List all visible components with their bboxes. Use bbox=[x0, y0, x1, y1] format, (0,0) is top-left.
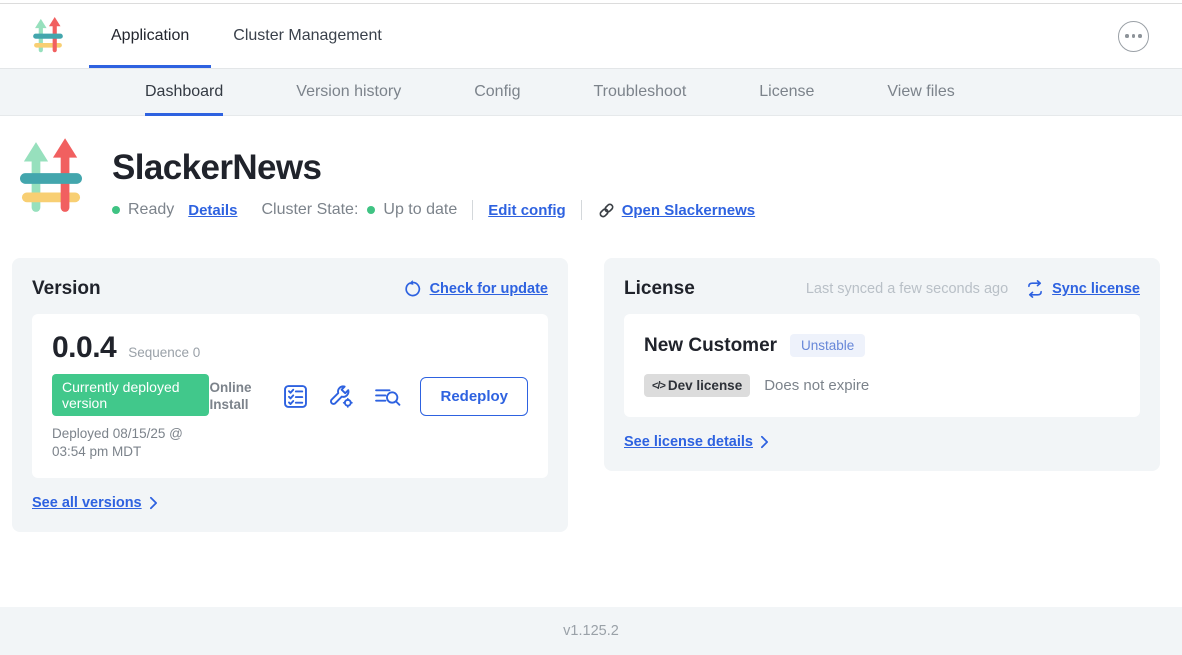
subnav-item-dashboard[interactable]: Dashboard bbox=[145, 69, 223, 115]
subnav-item-config[interactable]: Config bbox=[474, 69, 520, 115]
license-card: License Last synced a few seconds ago Sy… bbox=[604, 258, 1160, 471]
app-header: SlackerNews Ready Details Cluster State:… bbox=[0, 116, 1182, 220]
install-type-label: Online Install bbox=[209, 379, 263, 414]
chevron-right-icon bbox=[149, 496, 158, 510]
footer: v1.125.2 bbox=[0, 607, 1182, 655]
subnav-item-license[interactable]: License bbox=[759, 69, 814, 115]
tab-cluster-management[interactable]: Cluster Management bbox=[211, 4, 404, 68]
console-version-text: v1.125.2 bbox=[563, 623, 619, 639]
app-status-row: Ready Details Cluster State: Up to date … bbox=[112, 200, 755, 220]
current-version-panel: 0.0.4 Sequence 0 Currently deployed vers… bbox=[32, 314, 548, 478]
sequence-label: Sequence 0 bbox=[128, 345, 200, 360]
subnav-item-troubleshoot[interactable]: Troubleshoot bbox=[593, 69, 686, 115]
cluster-state-label: Cluster State: bbox=[261, 201, 358, 219]
sync-icon bbox=[1026, 280, 1044, 298]
subnav-item-view-files[interactable]: View files bbox=[887, 69, 954, 115]
refresh-icon bbox=[404, 280, 422, 298]
brand-logo-icon bbox=[33, 17, 63, 55]
sync-license-link[interactable]: Sync license bbox=[1052, 281, 1140, 297]
last-synced-text: Last synced a few seconds ago bbox=[806, 281, 1008, 297]
redeploy-button[interactable]: Redeploy bbox=[420, 377, 528, 416]
ellipsis-icon bbox=[1125, 34, 1129, 38]
chain-link-icon bbox=[597, 201, 616, 220]
preflight-checks-icon[interactable] bbox=[282, 383, 309, 410]
version-card: Version Check for update 0.0.4 Sequence … bbox=[12, 258, 568, 532]
deployed-timestamp: Deployed 08/15/25 @ 03:54 pm MDT bbox=[52, 425, 209, 461]
license-expiry-text: Does not expire bbox=[764, 377, 869, 394]
customer-name: New Customer bbox=[644, 335, 777, 357]
divider bbox=[472, 200, 473, 220]
tab-cluster-management-label: Cluster Management bbox=[233, 27, 382, 45]
subnav-item-version-history[interactable]: Version history bbox=[296, 69, 401, 115]
open-app-link[interactable]: Open Slackernews bbox=[597, 201, 755, 220]
license-card-title: License bbox=[624, 278, 695, 300]
see-all-versions-link[interactable]: See all versions bbox=[32, 495, 158, 511]
chevron-right-icon bbox=[760, 435, 769, 449]
top-nav: Application Cluster Management bbox=[0, 0, 1182, 68]
config-wrench-icon[interactable] bbox=[328, 383, 355, 410]
deployed-badge: Currently deployed version bbox=[52, 374, 209, 416]
details-link[interactable]: Details bbox=[188, 202, 237, 219]
overflow-menu-button[interactable] bbox=[1118, 21, 1149, 52]
app-status-text: Ready bbox=[128, 201, 174, 219]
code-icon: </> bbox=[652, 380, 665, 392]
check-for-update-link[interactable]: Check for update bbox=[430, 281, 548, 297]
app-status-dot bbox=[112, 206, 120, 214]
version-card-title: Version bbox=[32, 278, 101, 300]
tab-application-label: Application bbox=[111, 27, 189, 45]
license-type-badge: </> Dev license bbox=[644, 374, 750, 397]
divider bbox=[581, 200, 582, 220]
edit-config-link[interactable]: Edit config bbox=[488, 202, 566, 219]
tab-application[interactable]: Application bbox=[89, 4, 211, 68]
app-sub-nav: Dashboard Version history Config Trouble… bbox=[0, 68, 1182, 116]
license-panel: New Customer Unstable </> Dev license Do… bbox=[624, 314, 1140, 417]
app-logo-small bbox=[33, 4, 63, 68]
page-title: SlackerNews bbox=[112, 148, 755, 188]
primary-tabs: Application Cluster Management bbox=[89, 4, 404, 68]
view-logs-icon[interactable] bbox=[374, 383, 401, 410]
app-logo-large bbox=[20, 138, 82, 218]
channel-badge: Unstable bbox=[790, 334, 865, 357]
cluster-state-dot bbox=[367, 206, 375, 214]
see-license-details-link[interactable]: See license details bbox=[624, 434, 769, 450]
cluster-state-value: Up to date bbox=[383, 201, 457, 219]
version-number: 0.0.4 bbox=[52, 331, 116, 365]
dashboard-main: SlackerNews Ready Details Cluster State:… bbox=[0, 116, 1182, 607]
